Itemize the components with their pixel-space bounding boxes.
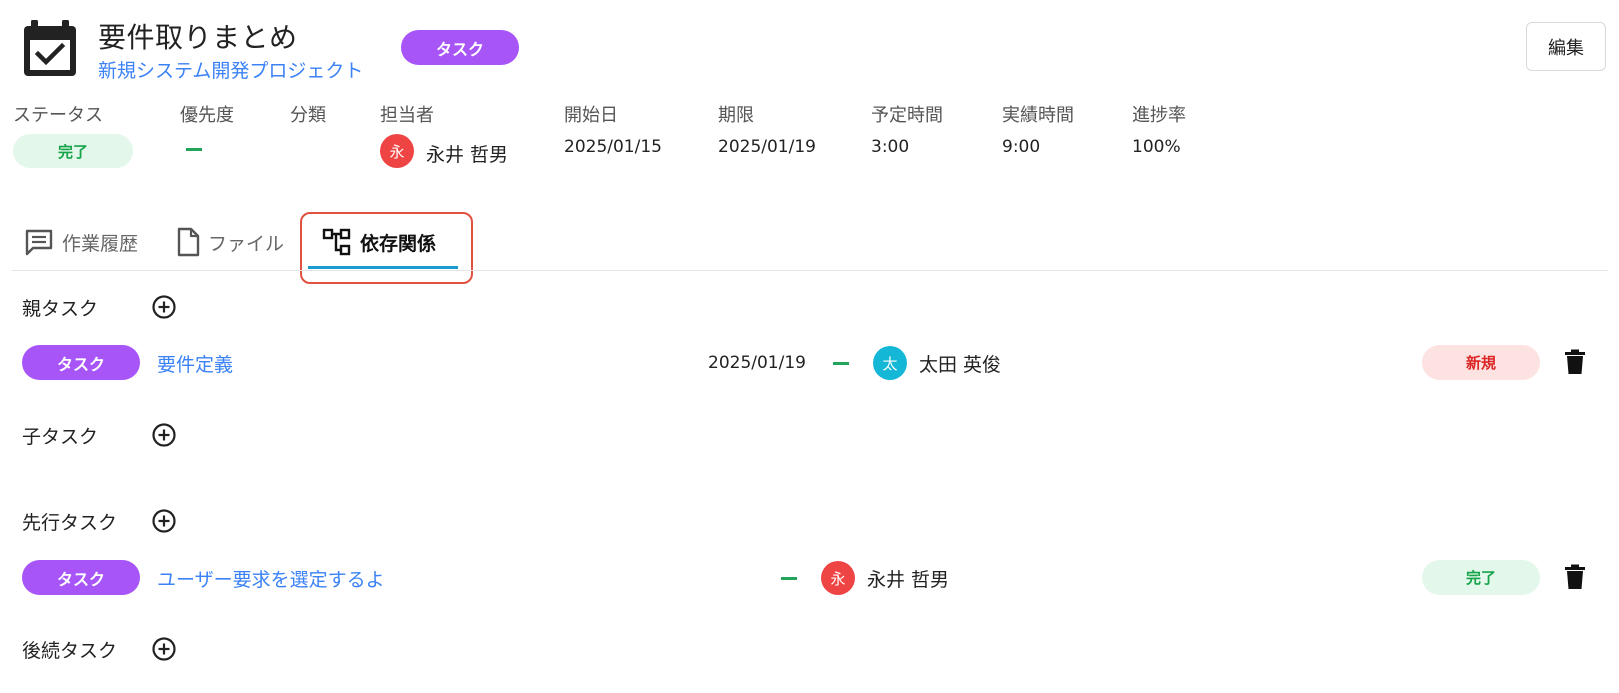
task-type-badge: タスク (401, 30, 519, 65)
predecessor-task-avatar: 永 (821, 561, 855, 595)
tab-highlight-box (300, 212, 473, 284)
parent-task-label: 親タスク (22, 298, 99, 320)
planned-time-label: 予定時間 (871, 105, 943, 126)
predecessor-task-priority-dash (781, 577, 797, 580)
child-task-label: 子タスク (22, 426, 99, 448)
parent-task-assignee: 太田 英俊 (919, 354, 1002, 376)
status-label: ステータス (13, 105, 103, 126)
assignee-avatar: 永 (380, 134, 414, 168)
tab-work-history[interactable]: 作業履歴 (24, 222, 138, 262)
calendar-check-icon (24, 20, 76, 76)
tab-divider (12, 270, 1608, 271)
due-date-label: 期限 (718, 105, 754, 126)
assignee-label: 担当者 (380, 105, 434, 126)
parent-task-link[interactable]: 要件定義 (157, 350, 233, 377)
tab-label: 作業履歴 (62, 232, 139, 255)
delete-parent-task-icon[interactable] (1564, 349, 1586, 375)
parent-task-type-badge: タスク (22, 345, 140, 380)
add-successor-task-icon[interactable] (151, 636, 177, 662)
add-child-task-icon[interactable] (151, 422, 177, 448)
category-label: 分類 (290, 105, 326, 126)
parent-task-due: 2025/01/19 (708, 353, 806, 373)
project-link[interactable]: 新規システム開発プロジェクト (98, 56, 363, 83)
tab-label: ファイル (208, 232, 285, 255)
tab-files[interactable]: ファイル (176, 222, 284, 262)
edit-button[interactable]: 編集 (1526, 22, 1606, 71)
assignee-name: 永井 哲男 (426, 144, 509, 166)
planned-time-value: 3:00 (871, 137, 910, 157)
delete-predecessor-task-icon[interactable] (1564, 564, 1586, 590)
page-title: 要件取りまとめ (98, 21, 298, 54)
progress-value: 100% (1132, 137, 1181, 157)
actual-time-label: 実績時間 (1002, 105, 1074, 126)
parent-task-avatar: 太 (873, 346, 907, 380)
actual-time-value: 9:00 (1002, 137, 1041, 157)
add-predecessor-task-icon[interactable] (151, 508, 177, 534)
file-icon (177, 227, 200, 257)
predecessor-task-label: 先行タスク (22, 512, 118, 534)
start-date-value: 2025/01/15 (564, 137, 662, 157)
comment-icon (25, 229, 53, 256)
predecessor-task-type-badge: タスク (22, 560, 140, 595)
start-date-label: 開始日 (564, 105, 618, 126)
progress-label: 進捗率 (1132, 105, 1186, 126)
successor-task-label: 後続タスク (22, 640, 118, 662)
due-date-value: 2025/01/19 (718, 137, 816, 157)
parent-task-priority-dash (833, 362, 849, 365)
predecessor-task-link[interactable]: ユーザー要求を選定するよ (157, 565, 385, 592)
status-badge: 完了 (13, 134, 133, 168)
priority-label: 優先度 (180, 105, 234, 126)
predecessor-task-status-badge: 完了 (1422, 560, 1540, 595)
parent-task-status-badge: 新規 (1422, 345, 1540, 380)
add-parent-task-icon[interactable] (151, 294, 177, 320)
predecessor-task-assignee: 永井 哲男 (867, 569, 950, 591)
priority-none-dash (186, 148, 202, 151)
